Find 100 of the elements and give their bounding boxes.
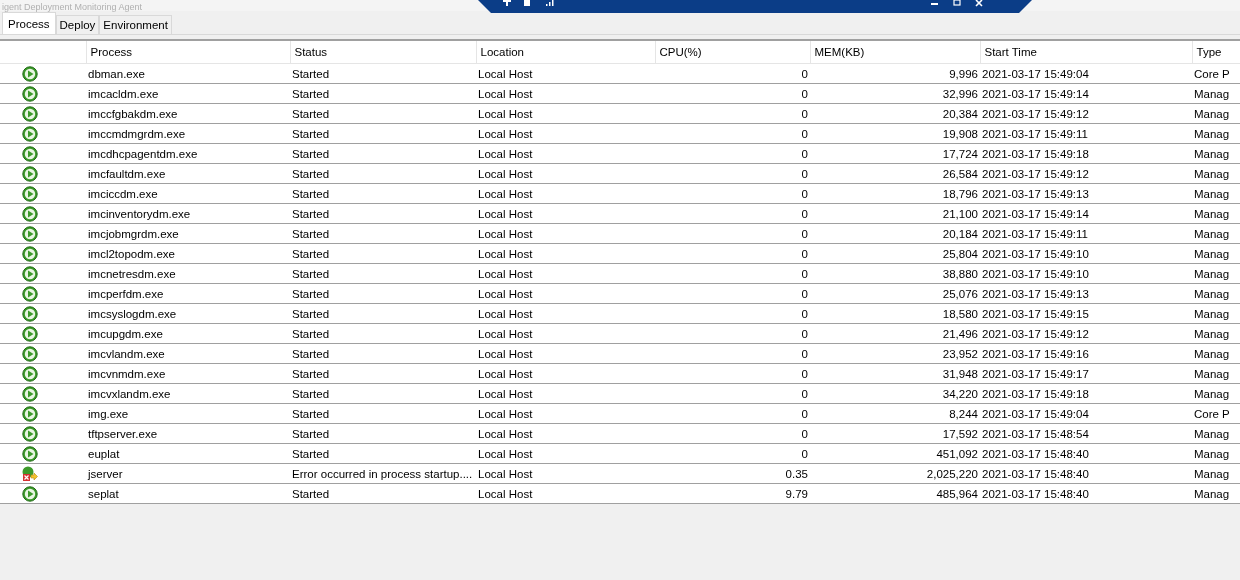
table-cell: Manag bbox=[1194, 167, 1230, 180]
table-cell: Manag bbox=[1194, 347, 1230, 360]
table-cell: 2,025,220 bbox=[926, 467, 978, 480]
table-cell: 0 bbox=[801, 347, 808, 360]
table-cell: Local Host bbox=[478, 387, 533, 400]
table-cell: 0 bbox=[801, 107, 808, 120]
table-cell: 0 bbox=[801, 227, 808, 240]
table-cell: Local Host bbox=[478, 347, 533, 360]
table-cell: imcvlandm.exe bbox=[88, 347, 165, 360]
table-cell: Local Host bbox=[478, 67, 533, 80]
column-header[interactable]: MEM(KB) bbox=[810, 41, 980, 64]
table-cell: 0 bbox=[801, 207, 808, 220]
table-cell: 2021-03-17 15:49:17 bbox=[982, 367, 1089, 380]
tab[interactable]: Deploy bbox=[55, 15, 100, 34]
table-cell: 2021-03-17 15:48:40 bbox=[982, 447, 1089, 460]
table-cell: imcfaultdm.exe bbox=[88, 167, 166, 180]
table-cell: euplat bbox=[88, 447, 120, 460]
table-cell: 18,796 bbox=[942, 187, 978, 200]
restore-icon[interactable] bbox=[953, 0, 961, 6]
table-cell: 19,908 bbox=[942, 127, 978, 140]
table-cell: Manag bbox=[1194, 187, 1230, 200]
table-cell: 0 bbox=[801, 447, 808, 460]
close-icon[interactable] bbox=[975, 0, 983, 7]
table-cell: Manag bbox=[1194, 307, 1230, 320]
table-cell: imccmdmgrdm.exe bbox=[88, 127, 186, 140]
table-cell: 17,592 bbox=[942, 427, 978, 440]
table-cell: 9,996 bbox=[949, 67, 978, 80]
column-header[interactable]: Type bbox=[1192, 41, 1240, 64]
tab[interactable]: Environment bbox=[99, 15, 172, 34]
table-cell: imcjobmgrdm.exe bbox=[88, 227, 179, 240]
table-cell: 32,996 bbox=[942, 87, 978, 100]
table-cell: 451,092 bbox=[936, 447, 978, 460]
table-cell: dbman.exe bbox=[88, 67, 145, 80]
table-cell: 17,724 bbox=[942, 147, 978, 160]
table-cell: 20,184 bbox=[942, 227, 978, 240]
table-cell: Local Host bbox=[478, 467, 533, 480]
table-cell: Local Host bbox=[478, 327, 533, 340]
table-cell: Local Host bbox=[478, 207, 533, 220]
table-cell: Manag bbox=[1194, 367, 1230, 380]
table-cell: 2021-03-17 15:49:10 bbox=[982, 247, 1089, 260]
table-cell: Local Host bbox=[478, 167, 533, 180]
tab[interactable]: Process bbox=[2, 12, 56, 34]
table-cell: Error occurred in process startup.... bbox=[292, 467, 473, 480]
column-header[interactable]: Start Time bbox=[980, 41, 1192, 64]
table-cell: Started bbox=[292, 307, 330, 320]
table-cell: img.exe bbox=[88, 407, 129, 420]
window-title: igent Deployment Monitoring Agent bbox=[1, 3, 143, 12]
table-cell: Manag bbox=[1194, 247, 1230, 260]
table-cell: 0 bbox=[801, 127, 808, 140]
table-cell: Manag bbox=[1194, 287, 1230, 300]
table-cell: Started bbox=[292, 407, 330, 420]
table-cell: imcvnmdm.exe bbox=[88, 367, 166, 380]
table-cell: 2021-03-17 15:49:04 bbox=[982, 407, 1089, 420]
table-cell: Started bbox=[292, 227, 330, 240]
table-cell: imcdhcpagentdm.exe bbox=[88, 147, 198, 160]
table-cell: 2021-03-17 15:49:11 bbox=[982, 227, 1088, 240]
table-cell: 0 bbox=[801, 247, 808, 260]
table-cell: Started bbox=[292, 127, 330, 140]
table-cell: Started bbox=[292, 87, 330, 100]
table-cell: Started bbox=[292, 267, 330, 280]
table-cell: Manag bbox=[1194, 327, 1230, 340]
table-cell: Started bbox=[292, 287, 330, 300]
table-cell: imcperfdm.exe bbox=[88, 287, 164, 300]
column-header[interactable]: Process bbox=[86, 41, 290, 64]
table-cell: Started bbox=[292, 347, 330, 360]
table-cell: 18,580 bbox=[942, 307, 978, 320]
table-cell: Manag bbox=[1194, 107, 1230, 120]
table-cell: imcupgdm.exe bbox=[88, 327, 163, 340]
table-cell: imcvxlandm.exe bbox=[88, 387, 171, 400]
table-cell: 0 bbox=[801, 147, 808, 160]
table-cell: 0 bbox=[801, 87, 808, 100]
table-cell: Manag bbox=[1194, 207, 1230, 220]
table-cell: Started bbox=[292, 327, 330, 340]
table-cell: 2021-03-17 15:48:54 bbox=[982, 427, 1089, 440]
table-cell: jserver bbox=[88, 467, 123, 480]
column-header[interactable]: Location bbox=[476, 41, 655, 64]
table-cell: 25,076 bbox=[942, 287, 978, 300]
column-header[interactable]: Status bbox=[290, 41, 476, 64]
table-cell: Local Host bbox=[478, 427, 533, 440]
table-cell: Started bbox=[292, 427, 330, 440]
table-cell: Local Host bbox=[478, 267, 533, 280]
table-cell: 38,880 bbox=[942, 267, 978, 280]
table-cell: Manag bbox=[1194, 147, 1230, 160]
table-cell: Local Host bbox=[478, 287, 533, 300]
table-cell: Local Host bbox=[478, 147, 533, 160]
table-cell: 2021-03-17 15:49:18 bbox=[982, 387, 1089, 400]
table-cell: 0 bbox=[801, 67, 808, 80]
table-cell: 0 bbox=[801, 427, 808, 440]
table-cell: 0.35 bbox=[785, 467, 808, 480]
table-cell: Manag bbox=[1194, 87, 1230, 100]
table-cell: 34,220 bbox=[942, 387, 978, 400]
table-cell: imccfgbakdm.exe bbox=[88, 107, 178, 120]
table-cell: Manag bbox=[1194, 387, 1230, 400]
table-cell: 2021-03-17 15:48:40 bbox=[982, 487, 1089, 500]
column-header[interactable]: CPU(%) bbox=[655, 41, 810, 64]
table-cell: 9.79 bbox=[785, 487, 808, 500]
table-cell: 31,948 bbox=[942, 367, 978, 380]
table-cell: Local Host bbox=[478, 367, 533, 380]
table-cell: Manag bbox=[1194, 467, 1230, 480]
table-cell: tftpserver.exe bbox=[88, 427, 158, 440]
